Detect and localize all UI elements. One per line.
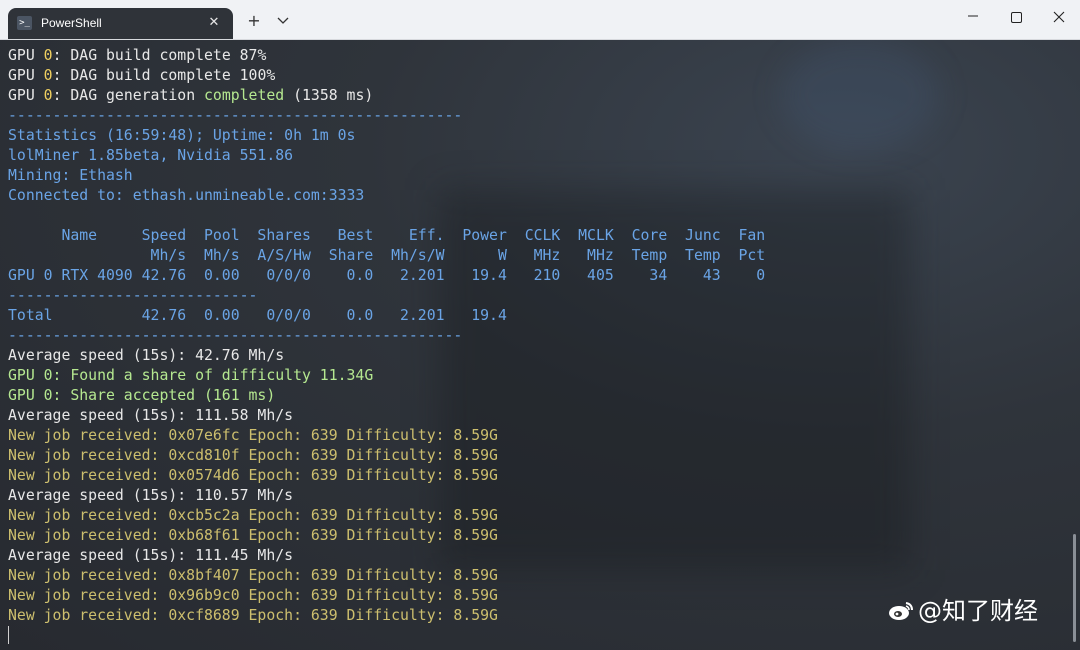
terminal-line: Average speed (15s): 111.45 Mh/s	[8, 546, 765, 566]
text-cursor	[8, 626, 9, 644]
terminal-text-segment: 0	[43, 47, 53, 64]
terminal-text-segment: : DAG build complete 87%	[52, 47, 267, 64]
terminal-text-segment: GPU	[8, 87, 44, 104]
watermark: @知了财经	[888, 596, 1038, 626]
terminal-text-segment: New job received: 0xcd810f Epoch: 639 Di…	[8, 447, 498, 464]
terminal-line: New job received: 0xcb5c2a Epoch: 639 Di…	[8, 506, 765, 526]
terminal-text-segment: GPU 0 RTX 4090 42.76 0.00 0/0/0 0.0 2.20…	[8, 267, 766, 284]
terminal-line: ----------------------------------------…	[8, 106, 765, 126]
tab-powershell[interactable]: >_ PowerShell ✕	[8, 8, 233, 39]
minimize-button[interactable]	[953, 6, 993, 32]
powershell-window: >_ PowerShell ✕ + GPU 0: DAG build compl…	[0, 0, 1080, 650]
terminal-text-segment: lolMiner 1.85beta, Nvidia 551.86	[8, 147, 294, 164]
terminal-line: New job received: 0x07e6fc Epoch: 639 Di…	[8, 426, 765, 446]
terminal-text-segment: Average speed (15s): 111.45 Mh/s	[8, 547, 294, 564]
terminal-text-segment: New job received: 0xb68f61 Epoch: 639 Di…	[8, 527, 498, 544]
terminal-line: ----------------------------	[8, 286, 765, 306]
terminal-text-segment: Statistics (16:59:48); Uptime: 0h 1m 0s	[8, 127, 356, 144]
terminal-line: ----------------------------------------…	[8, 326, 765, 346]
terminal-lines: GPU 0: DAG build complete 87% GPU 0: DAG …	[8, 46, 765, 626]
terminal-text-segment: GPU 0: Found a share of difficulty 11.34…	[8, 367, 374, 384]
terminal-line: GPU 0: DAG build complete 87%	[8, 46, 765, 66]
terminal-line: GPU 0: Share accepted (161 ms)	[8, 386, 765, 406]
terminal-line: GPU 0: DAG build complete 100%	[8, 66, 765, 86]
terminal-text-segment: Mh/s Mh/s A/S/Hw Share Mh/s/W W MHz MHz …	[8, 247, 766, 264]
terminal-line: Average speed (15s): 42.76 Mh/s	[8, 346, 765, 366]
scrollbar[interactable]	[1073, 534, 1076, 642]
terminal-line: New job received: 0x0574d6 Epoch: 639 Di…	[8, 466, 765, 486]
terminal-text-segment: Connected to: ethash.unmineable.com:3333	[8, 187, 365, 204]
terminal-text-segment: 0	[43, 87, 53, 104]
terminal-output[interactable]: GPU 0: DAG build complete 87% GPU 0: DAG …	[0, 40, 1080, 650]
powershell-icon: >_	[17, 16, 32, 30]
terminal-text-segment: ----------------------------------------…	[8, 107, 463, 124]
terminal-line: Mining: Ethash	[8, 166, 765, 186]
terminal-text-segment: : DAG generation	[52, 87, 205, 104]
terminal-line: Name Speed Pool Shares Best Eff. Power C…	[8, 226, 765, 246]
terminal-line: Average speed (15s): 111.58 Mh/s	[8, 406, 765, 426]
terminal-line: Average speed (15s): 110.57 Mh/s	[8, 486, 765, 506]
terminal-line: lolMiner 1.85beta, Nvidia 551.86	[8, 146, 765, 166]
chevron-down-icon[interactable]	[272, 11, 294, 33]
terminal-text-segment: GPU	[8, 47, 44, 64]
terminal-line: New job received: 0xcf8689 Epoch: 639 Di…	[8, 606, 765, 626]
terminal-text-segment: completed	[204, 87, 285, 104]
terminal-line: New job received: 0x96b9c0 Epoch: 639 Di…	[8, 586, 765, 606]
new-tab-button[interactable]: +	[243, 10, 265, 32]
terminal-text-segment: 0	[43, 67, 53, 84]
maximize-button[interactable]	[996, 6, 1036, 32]
close-button[interactable]	[1039, 6, 1079, 32]
terminal-text-segment: New job received: 0xcf8689 Epoch: 639 Di…	[8, 607, 498, 624]
terminal-line: New job received: 0xb68f61 Epoch: 639 Di…	[8, 526, 765, 546]
terminal-line: GPU 0: Found a share of difficulty 11.34…	[8, 366, 765, 386]
terminal-text-segment: Average speed (15s): 42.76 Mh/s	[8, 347, 285, 364]
terminal-text-segment: New job received: 0x0574d6 Epoch: 639 Di…	[8, 467, 498, 484]
watermark-text: @知了财经	[918, 597, 1038, 625]
terminal-text-segment: New job received: 0x07e6fc Epoch: 639 Di…	[8, 427, 498, 444]
terminal-line: Statistics (16:59:48); Uptime: 0h 1m 0s	[8, 126, 765, 146]
terminal-line: New job received: 0xcd810f Epoch: 639 Di…	[8, 446, 765, 466]
terminal-line: Total 42.76 0.00 0/0/0 0.0 2.201 19.4	[8, 306, 765, 326]
terminal-text-segment: New job received: 0xcb5c2a Epoch: 639 Di…	[8, 507, 498, 524]
title-bar: >_ PowerShell ✕ +	[0, 0, 1080, 40]
tab-close-icon[interactable]: ✕	[204, 13, 224, 33]
weibo-logo-icon	[888, 599, 914, 621]
terminal-text-segment: : DAG build complete 100%	[52, 67, 276, 84]
terminal-text-segment: Average speed (15s): 110.57 Mh/s	[8, 487, 294, 504]
terminal-text-segment: GPU	[8, 67, 44, 84]
terminal-text-segment: Name Speed Pool Shares Best Eff. Power C…	[8, 227, 766, 244]
terminal-line: GPU 0: DAG generation completed (1358 ms…	[8, 86, 765, 106]
terminal-text-segment: New job received: 0x96b9c0 Epoch: 639 Di…	[8, 587, 498, 604]
terminal-text-segment: ----------------------------------------…	[8, 327, 463, 344]
terminal-text-segment: (1358 ms)	[284, 87, 374, 104]
terminal-text-segment: ----------------------------	[8, 287, 258, 304]
terminal-line: Mh/s Mh/s A/S/Hw Share Mh/s/W W MHz MHz …	[8, 246, 766, 266]
terminal-line: GPU 0 RTX 4090 42.76 0.00 0/0/0 0.0 2.20…	[8, 266, 765, 286]
terminal-text-segment: Average speed (15s): 111.58 Mh/s	[8, 407, 294, 424]
background-blur	[780, 40, 940, 150]
terminal-text-segment: New job received: 0x8bf407 Epoch: 639 Di…	[8, 567, 498, 584]
terminal-text-segment: Mining: Ethash	[8, 167, 133, 184]
tab-title: PowerShell	[41, 16, 102, 30]
terminal-line: Connected to: ethash.unmineable.com:3333	[8, 186, 765, 206]
terminal-text-segment: Total 42.76 0.00 0/0/0 0.0 2.201 19.4	[8, 307, 507, 324]
terminal-line: New job received: 0x8bf407 Epoch: 639 Di…	[8, 566, 765, 586]
terminal-text-segment: GPU 0: Share accepted (161 ms)	[8, 387, 276, 404]
